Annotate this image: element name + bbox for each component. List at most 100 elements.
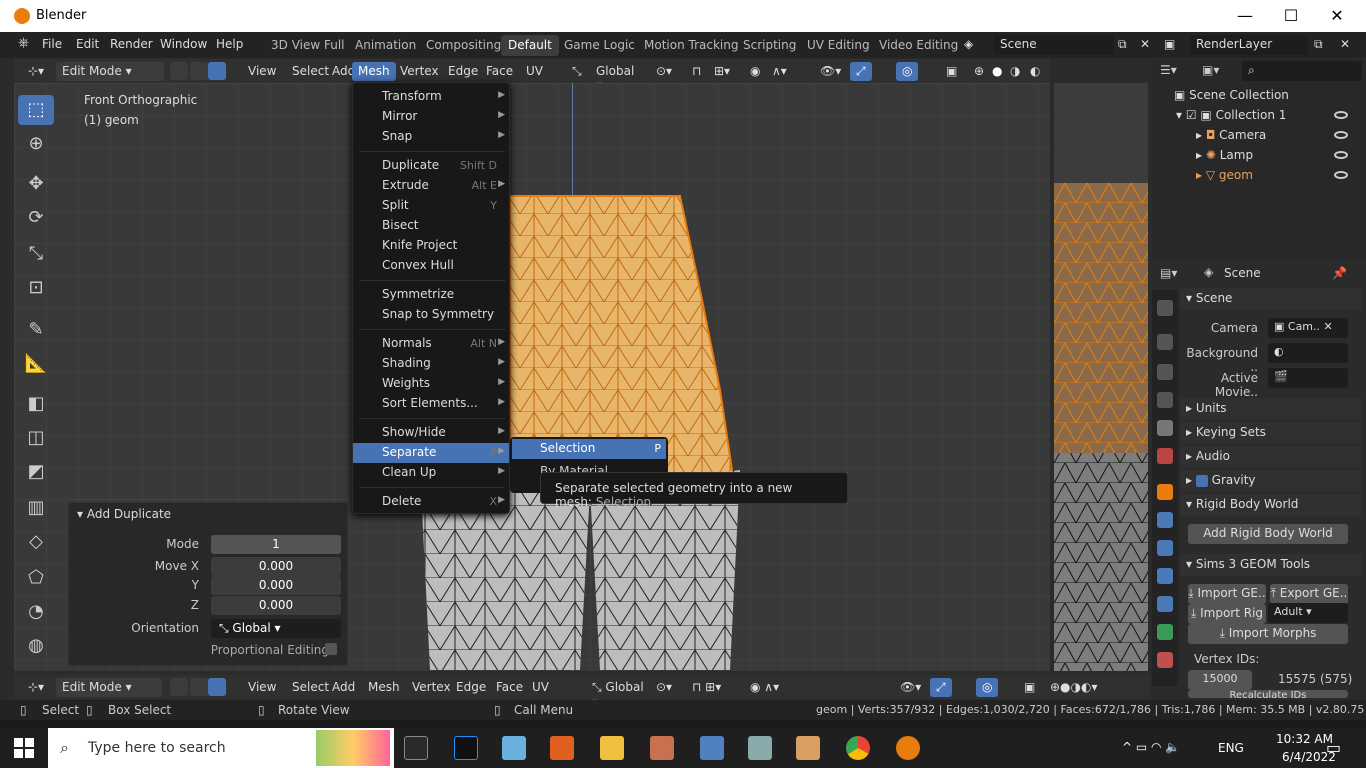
annotate-icon[interactable]: ✎ [18,315,54,345]
inset-icon[interactable]: ◫ [18,423,54,453]
scale-icon[interactable]: ⤡ [18,239,54,269]
bottom-menu-face[interactable]: Face [490,678,529,697]
measure-icon[interactable]: 📐 [18,349,54,379]
panel-rigid-body[interactable]: ▾ Rigid Body World [1180,494,1362,516]
bottom-editor-type-icon[interactable]: ⊹▾ [22,678,50,697]
panel-scene[interactable]: ▾ Scene [1180,288,1362,310]
mesh-menu-item-knife-project[interactable]: Knife Project [353,236,509,256]
submenu-item-selection[interactable]: Selection P [512,439,666,459]
bottom-vertex-select-icon[interactable] [170,678,188,696]
bottom-proportional-icon[interactable]: ◉ ∧▾ [744,678,785,697]
header-menu-view[interactable]: View [242,62,282,81]
header-menu-mesh[interactable]: Mesh [352,62,396,81]
bottom-shading-icons[interactable]: ⊕●◑◐▾ [1044,678,1104,697]
delete-scene-icon[interactable]: ✕ [1140,37,1150,51]
bottom-menu-mesh[interactable]: Mesh [362,678,406,697]
tab-video-editing[interactable]: Video Editing [872,35,965,56]
language-indicator[interactable]: ENG [1218,741,1244,755]
mesh-menu-item-normals[interactable]: Normals Alt N ▶ [353,334,509,354]
tab-compositing[interactable]: Compositing [419,35,508,56]
outliner-camera[interactable]: ▸ ◘ Camera [1196,128,1266,142]
extrude-icon[interactable]: ◧ [18,389,54,419]
menu-window[interactable]: Window [160,37,207,51]
tab-game-logic[interactable]: Game Logic [557,35,642,56]
renderlayer-icon[interactable]: ▣ [1164,37,1175,51]
outliner-lamp[interactable]: ▸ ✺ Lamp [1196,148,1253,162]
mesh-menu-item-weights[interactable]: Weights ▶ [353,374,509,394]
spin-icon[interactable]: ◔ [18,597,54,627]
world-tab-icon[interactable] [1157,448,1173,464]
menu-render[interactable]: Render [110,37,153,51]
menu-help[interactable]: Help [216,37,243,51]
object-tab-icon[interactable] [1157,484,1173,500]
outliner-scene-collection[interactable]: ▣ Scene Collection [1174,88,1289,102]
app-paint-icon[interactable] [650,736,674,760]
material-tab-icon[interactable] [1157,652,1173,668]
outliner-geom[interactable]: ▸ ▽ geom [1196,168,1253,182]
blender-taskbar-icon[interactable] [896,736,920,760]
import-morphs-button[interactable]: ⤓ Import Morphs [1188,624,1348,644]
panel-audio[interactable]: ▸ Audio [1180,446,1362,468]
bottom-overlay-icon[interactable]: ◎ [976,678,999,697]
gravity-checkbox[interactable] [1195,474,1208,487]
bottom-pivot-icon[interactable]: ⊙▾ [650,678,678,697]
notification-icon[interactable]: ▭ [1326,738,1341,757]
tab-motion-tracking[interactable]: Motion Tracking [637,35,745,56]
file-explorer-icon[interactable] [600,736,624,760]
blender-menu-icon[interactable]: ⎈ [18,35,29,51]
rig-dropdown[interactable]: Adult ▾ [1268,603,1348,623]
mesh-menu-item-snap-to-symmetry[interactable]: Snap to Symmetry [353,305,509,325]
cursor-icon[interactable]: ⊕ [18,129,54,159]
mode-field[interactable]: 1 [211,535,341,554]
data-tab-icon[interactable] [1157,624,1173,640]
bottom-face-select-icon[interactable] [208,678,226,696]
export-geom-button[interactable]: ⤒ Export GE.. [1270,584,1348,604]
app-chart-icon[interactable] [748,736,772,760]
bottom-mode-select[interactable]: Edit Mode ▾ [56,678,162,697]
move-icon[interactable]: ✥ [18,169,54,199]
bottom-edge-select-icon[interactable] [190,678,208,696]
bottom-orientation-select[interactable]: ⤡ Global ▾ [586,678,658,709]
scene-icon[interactable]: ◈ [964,37,973,51]
snap-target-icon[interactable]: ⊞▾ [708,62,736,81]
knife-icon[interactable]: ◇ [18,527,54,557]
header-menu-face[interactable]: Face [480,62,519,81]
eye-icon[interactable] [1334,131,1348,139]
rotate-icon[interactable]: ⟳ [18,203,54,233]
move-y-field[interactable]: 0.000 [211,576,341,595]
tab-default[interactable]: Default [501,35,559,56]
tab-scripting[interactable]: Scripting [736,35,803,56]
bottom-menu-uv[interactable]: UV [526,678,555,697]
bottom-visibility-icon[interactable]: 👁▾ [894,678,927,697]
tool-tab-icon[interactable] [1157,300,1173,316]
background-prop-field[interactable]: ◐ [1268,343,1348,363]
redo-panel-title[interactable]: ▾ Add Duplicate [77,507,171,521]
face-select-icon[interactable] [208,62,226,80]
mesh-menu-item-mirror[interactable]: Mirror ▶ [353,107,509,127]
loop-cut-icon[interactable]: ▥ [18,493,54,523]
tab-uv-editing[interactable]: UV Editing [800,35,877,56]
recalculate-ids-button[interactable]: Recalculate IDs [1188,690,1348,698]
app-notes-icon[interactable] [502,736,526,760]
panel-units[interactable]: ▸ Units [1180,398,1362,420]
menu-file[interactable]: File [42,37,62,51]
app-palette-icon[interactable] [796,736,820,760]
mesh-menu-item-split[interactable]: Split Y [353,196,509,216]
outliner-search[interactable]: ⌕ [1242,61,1362,81]
outliner-collection-1[interactable]: ▾ ☑ ▣ Collection 1 [1176,108,1286,122]
task-view-icon[interactable] [404,736,428,760]
tray-icons[interactable]: ^ ▭ ◠ 🔈 [1122,740,1180,754]
output-tab-icon[interactable] [1157,364,1173,380]
close-button[interactable]: ✕ [1314,4,1360,28]
mesh-menu-item-bisect[interactable]: Bisect [353,216,509,236]
editor-type-icon[interactable]: ⊹▾ [22,62,50,81]
panel-sims3-geom[interactable]: ▾ Sims 3 GEOM Tools [1180,554,1362,576]
add-rigid-body-button[interactable]: Add Rigid Body World [1188,524,1348,544]
app-terminal-icon[interactable] [454,736,478,760]
clock-time[interactable]: 10:32 AM [1276,732,1333,746]
calculator-icon[interactable] [700,736,724,760]
pivot-icon[interactable]: ⊙▾ [650,62,678,81]
mesh-menu-item-clean-up[interactable]: Clean Up ▶ [353,463,509,483]
transform-icon[interactable]: ⊡ [18,273,54,303]
bevel-icon[interactable]: ◩ [18,457,54,487]
